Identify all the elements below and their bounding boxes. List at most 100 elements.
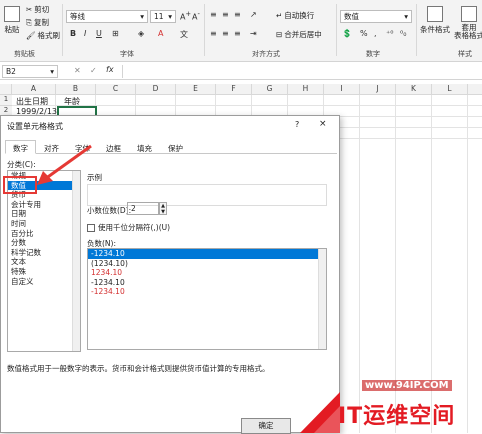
name-box[interactable]: B2 ▾ <box>2 65 58 78</box>
category-item[interactable]: 时间 <box>8 219 80 229</box>
enter-icon[interactable]: ✓ <box>90 66 97 75</box>
indent-icon[interactable]: ⇥ <box>250 29 257 38</box>
align-center-icon[interactable]: ≡ <box>222 29 229 38</box>
decimals-label: 小数位数(D): <box>87 206 132 215</box>
select-all-corner[interactable] <box>0 84 12 95</box>
bold-button[interactable]: B <box>70 29 76 38</box>
column-header-d[interactable]: D <box>136 84 176 95</box>
tab-number[interactable]: 数字 <box>5 140 36 154</box>
column-header-k[interactable]: K <box>396 84 432 95</box>
format-cells-dialog: 设置单元格格式 ? × 数字 对齐 字体 边框 填充 保护 分类(C): 常规 … <box>0 115 340 434</box>
paste-button[interactable]: 粘贴 <box>4 6 20 35</box>
format-painter-button[interactable]: 🖌 格式刷 <box>26 30 60 41</box>
currency-icon[interactable]: 💲 <box>342 29 352 38</box>
underline-button[interactable]: U <box>96 29 102 38</box>
font-grow-icon[interactable]: A+ <box>180 10 191 22</box>
align-right-icon[interactable]: ≡ <box>234 29 241 38</box>
help-button[interactable]: ? <box>295 120 299 129</box>
watermark-triangle-icon <box>300 392 340 433</box>
category-item[interactable]: 特殊 <box>8 267 80 277</box>
column-header-f[interactable]: F <box>216 84 252 95</box>
category-item[interactable]: 百分比 <box>8 229 80 239</box>
negative-item-selected[interactable]: -1234.10 <box>88 249 326 259</box>
cut-button[interactable]: ✂ 剪切 <box>26 4 49 15</box>
thousands-separator-checkbox[interactable]: 使用千位分隔符(,)(U) <box>87 222 170 233</box>
category-item[interactable]: 分数 <box>8 238 80 248</box>
negative-item[interactable]: -1234.10 <box>88 278 326 288</box>
negative-item[interactable]: -1234.10 <box>88 287 326 297</box>
orientation-icon[interactable]: ↗ <box>250 10 257 19</box>
align-middle-icon[interactable]: ≡ <box>222 10 229 19</box>
example-preview <box>87 184 327 206</box>
category-item[interactable]: 文本 <box>8 257 80 267</box>
cancel-icon[interactable]: ✕ <box>74 66 81 75</box>
category-item[interactable]: 科学记数 <box>8 248 80 258</box>
font-shrink-icon[interactable]: A- <box>192 10 200 22</box>
font-size-select[interactable]: 11 ▾ <box>150 10 176 23</box>
ok-button[interactable]: 确定 <box>241 418 291 434</box>
decimals-input[interactable]: 2 <box>127 202 159 215</box>
column-header-a[interactable]: A <box>12 84 56 95</box>
merge-center-button[interactable]: ⊟ 合并后居中 <box>276 29 322 40</box>
row-header-1[interactable]: 1 <box>0 95 12 106</box>
category-item[interactable]: 日期 <box>8 209 80 219</box>
cell-a1[interactable]: 出生日期 <box>16 96 48 107</box>
annotation-arrow-icon <box>37 144 92 185</box>
chevron-down-icon: ▾ <box>404 12 408 21</box>
category-list[interactable]: 常规 数值 货币 会计专用 日期 时间 百分比 分数 科学记数 文本 特殊 自定… <box>7 170 81 352</box>
watermark-brand-text: IT运维空间 <box>338 404 456 429</box>
formula-bar: B2 ▾ ✕ ✓ fx <box>0 62 482 80</box>
border-icon[interactable]: ⊞ <box>112 29 119 38</box>
category-item[interactable]: 自定义 <box>8 277 80 287</box>
column-header-j[interactable]: J <box>360 84 396 95</box>
phonetic-icon[interactable]: 文 <box>180 29 188 40</box>
tab-protection[interactable]: 保护 <box>160 140 191 153</box>
copy-button[interactable]: ⎘ 复制 <box>26 17 49 28</box>
comma-button[interactable]: , <box>374 29 377 38</box>
column-header-e[interactable]: E <box>176 84 216 95</box>
decimals-spinner[interactable]: ▲ ▼ <box>159 202 167 215</box>
column-header-l[interactable]: L <box>432 84 468 95</box>
negative-item[interactable]: (1234.10) <box>88 259 326 269</box>
scissors-icon: ✂ <box>26 5 33 14</box>
watermark-url: www.94IP.COM <box>362 380 452 391</box>
font-color-icon[interactable]: A <box>158 29 163 38</box>
fill-color-icon[interactable]: ◈ <box>138 29 144 38</box>
decrease-decimal-icon[interactable]: ⁰₀ <box>400 29 406 38</box>
tab-border[interactable]: 边框 <box>98 140 129 153</box>
increase-decimal-icon[interactable]: ⁺⁰ <box>386 29 393 38</box>
alignment-group-label: 对齐方式 <box>252 50 280 58</box>
column-header-b[interactable]: B <box>56 84 96 95</box>
column-header-m[interactable]: M <box>468 84 482 95</box>
category-label: 分类(C): <box>7 160 36 169</box>
wrap-text-button[interactable]: ↵ 自动换行 <box>276 10 314 21</box>
tab-fill[interactable]: 填充 <box>129 140 160 153</box>
number-group-label: 数字 <box>366 50 380 58</box>
copy-icon: ⎘ <box>26 17 32 27</box>
align-bottom-icon[interactable]: ≡ <box>234 10 241 19</box>
italic-button[interactable]: I <box>84 29 86 38</box>
percent-button[interactable]: % <box>360 29 368 38</box>
close-button[interactable]: × <box>319 119 327 129</box>
negative-item[interactable]: 1234.10 <box>88 268 326 278</box>
category-scrollbar[interactable] <box>72 171 80 351</box>
fx-button[interactable]: fx <box>106 65 114 74</box>
format-as-table-button[interactable]: 套用 表格格式 <box>454 6 482 40</box>
gridline <box>359 95 360 433</box>
dialog-title: 设置单元格格式 <box>7 122 63 131</box>
gridline <box>467 95 468 433</box>
negative-scrollbar[interactable] <box>318 249 326 349</box>
column-header-h[interactable]: H <box>288 84 324 95</box>
conditional-format-button[interactable]: 条件格式 <box>420 6 450 35</box>
column-header-i[interactable]: I <box>324 84 360 95</box>
align-left-icon[interactable]: ≡ <box>210 29 217 38</box>
category-item[interactable]: 会计专用 <box>8 200 80 210</box>
wrap-icon: ↵ <box>276 11 283 20</box>
formula-input[interactable] <box>122 65 480 78</box>
font-name-select[interactable]: 等线 ▾ <box>66 10 148 23</box>
align-top-icon[interactable]: ≡ <box>210 10 217 19</box>
negative-number-list[interactable]: -1234.10 (1234.10) 1234.10 -1234.10 -123… <box>87 248 327 350</box>
column-header-c[interactable]: C <box>96 84 136 95</box>
column-header-g[interactable]: G <box>252 84 288 95</box>
number-format-select[interactable]: 数值 ▾ <box>340 10 412 23</box>
